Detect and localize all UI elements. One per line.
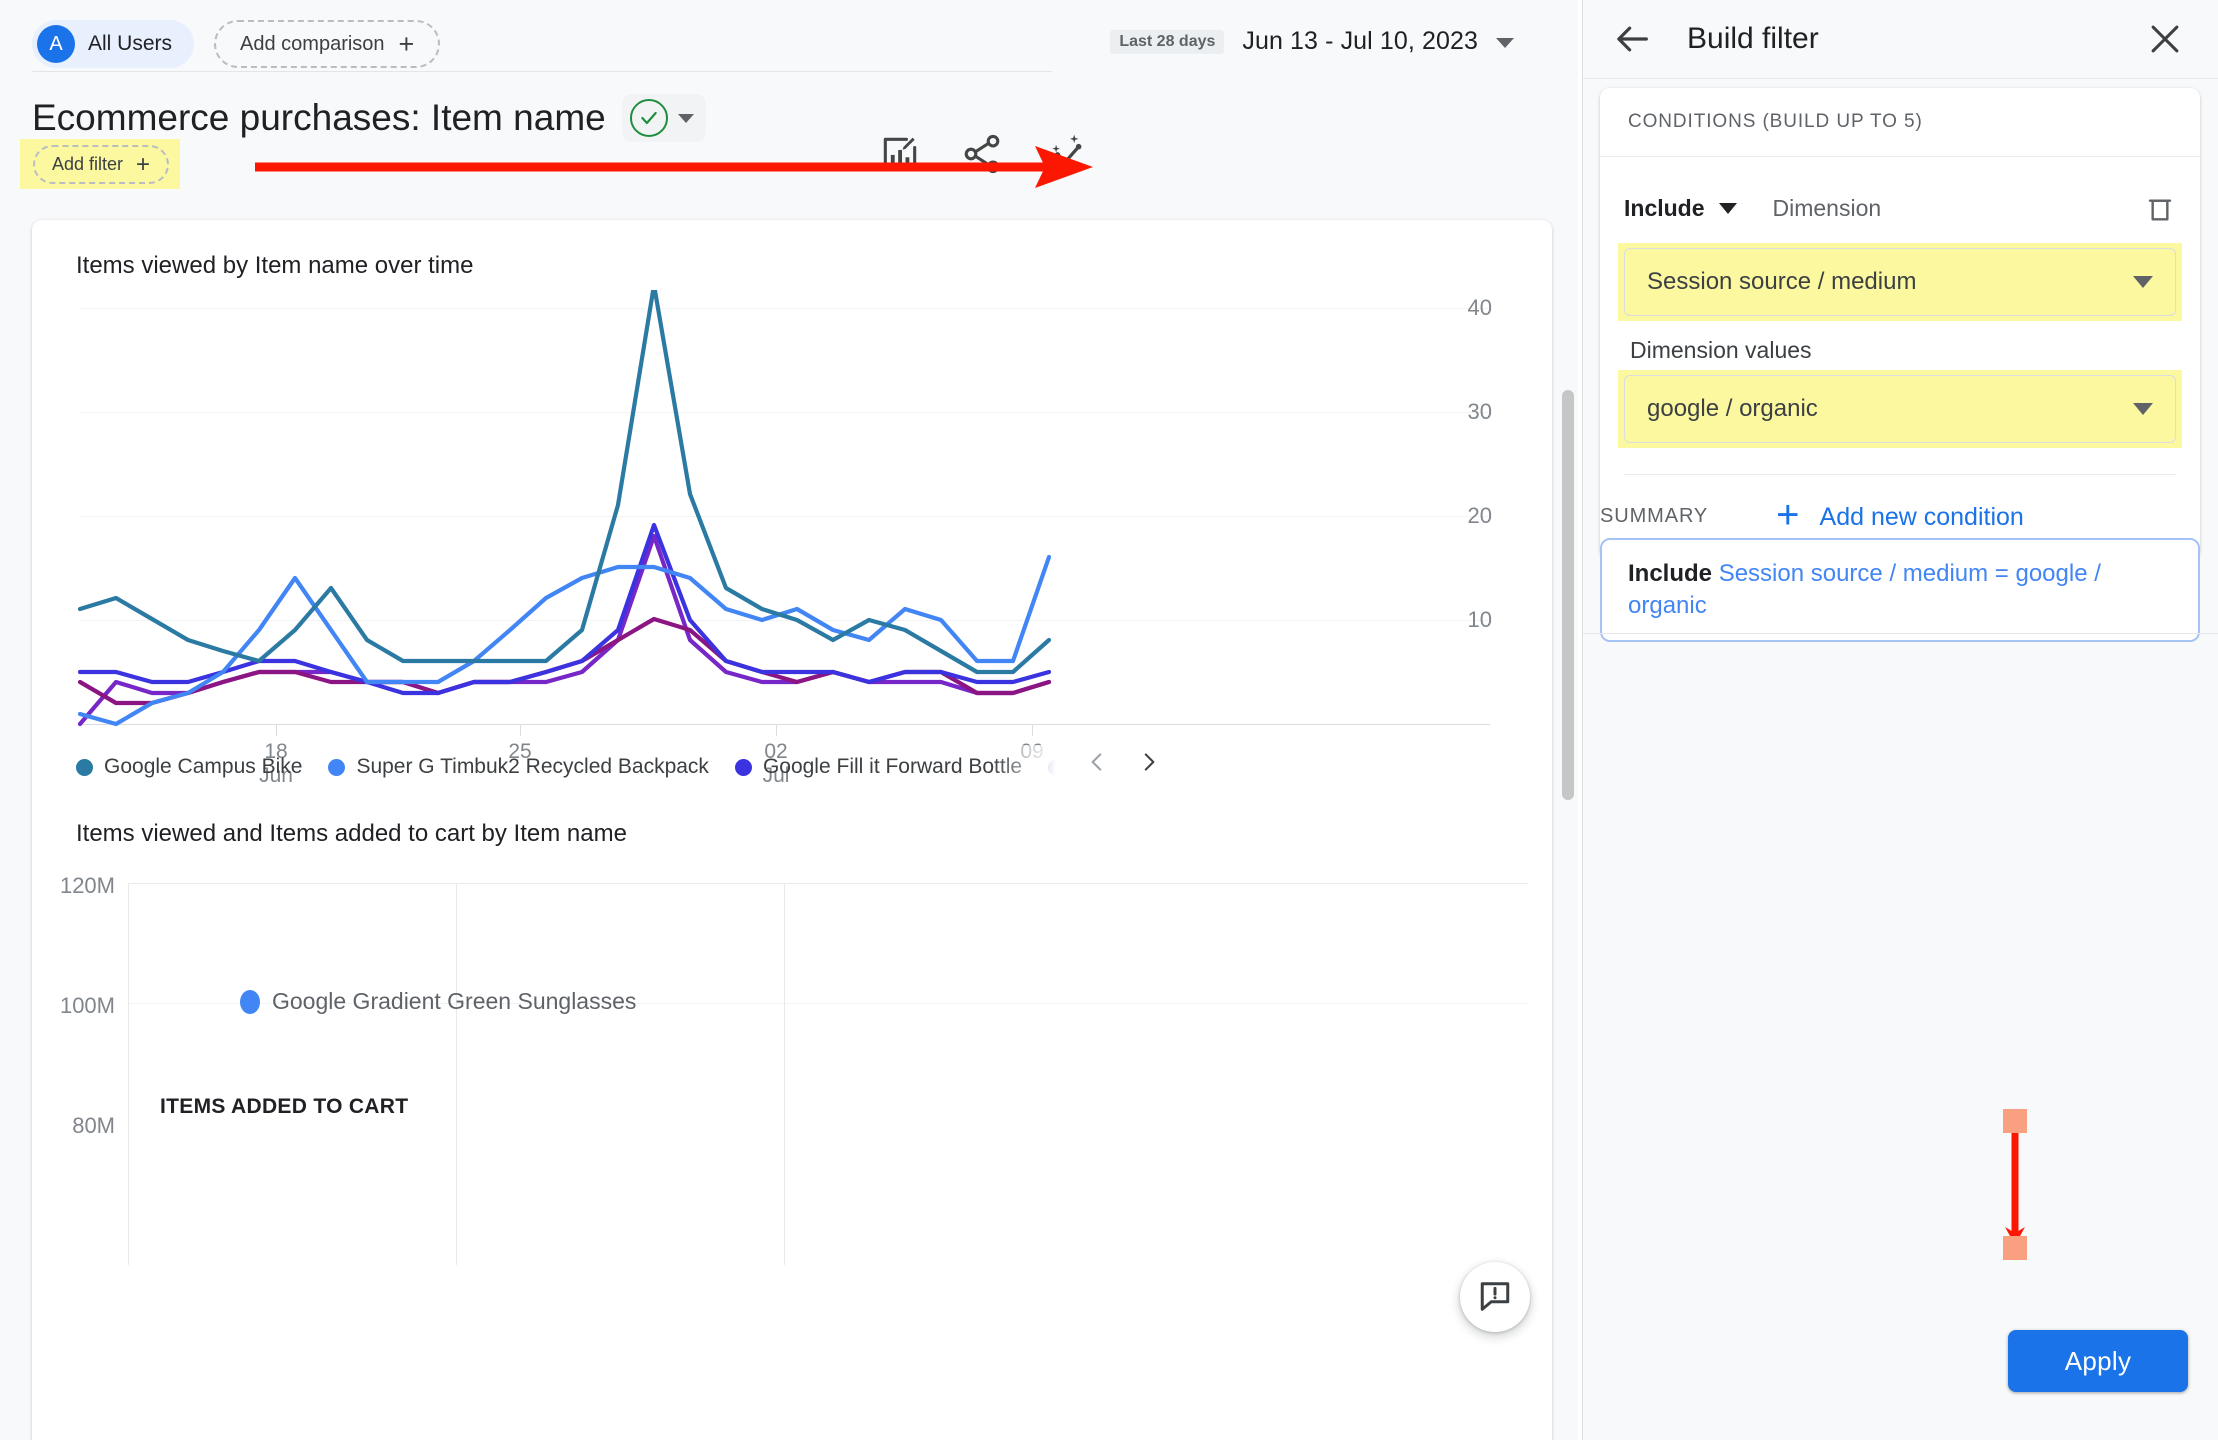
line-series-svg <box>77 290 1052 727</box>
main-scrollbar[interactable] <box>1562 390 1574 800</box>
add-filter-label: Add filter <box>52 154 124 174</box>
y2-tick-120M: 120M <box>59 873 115 898</box>
legend-color-dot <box>328 758 346 776</box>
legend-item[interactable]: Google Campus Bike <box>76 755 302 779</box>
include-label: Include <box>1624 194 1705 221</box>
topbar-divider <box>32 71 1052 72</box>
chevron-down-icon <box>2133 403 2153 415</box>
scatter-point-text: Google Gradient Green Sunglasses <box>272 988 637 1014</box>
chevron-down-icon <box>677 113 694 123</box>
plus-icon: + <box>1776 493 1800 537</box>
main-report-area: A All Users Add comparison + Last 28 day… <box>0 0 1578 1440</box>
dimension-values-value: google / organic <box>1647 395 1818 422</box>
date-preset-badge: Last 28 days <box>1110 29 1225 54</box>
close-icon[interactable] <box>2146 20 2184 58</box>
annotation-handle-bottom[interactable] <box>2003 1236 2027 1260</box>
feedback-button[interactable] <box>1460 1262 1530 1332</box>
dimension-values-label: Dimension values <box>1630 337 1812 363</box>
check-circle-icon <box>629 99 668 137</box>
audience-label: All Users <box>88 32 173 55</box>
legend-label: Google Campus Bike <box>104 755 303 778</box>
chevron-down-icon <box>1718 202 1737 214</box>
legend-item[interactable]: Google Fill it Forward Bottle <box>734 755 1023 779</box>
app-root: A All Users Add comparison + Last 28 day… <box>0 0 2218 1440</box>
include-exclude-select[interactable]: Include <box>1624 195 1737 222</box>
summary-label: SUMMARY <box>1600 505 1709 527</box>
condition-row-1: Include Dimension Session source / mediu… <box>1600 157 2200 475</box>
summary-prefix: Include <box>1628 560 1713 587</box>
add-new-condition-label: Add new condition <box>1819 502 2024 531</box>
items-viewed-scatter-chart[interactable]: 120M 100M 80M Google Gradient Green Sung… <box>32 865 1552 1265</box>
add-comparison-label: Add comparison <box>240 32 385 55</box>
report-topbar: A All Users Add comparison + Last 28 day… <box>0 0 1578 95</box>
panel-header: Build filter <box>1583 0 2218 79</box>
summary-box[interactable]: Include Session source / medium = google… <box>1600 538 2200 642</box>
annotation-arrow-horizontal <box>255 145 1095 194</box>
dimension-select-value: Session source / medium <box>1647 268 1917 295</box>
dimension-values-select[interactable]: google / organic <box>1624 375 2176 443</box>
report-status-badge-group[interactable] <box>621 94 706 142</box>
chart2-title: Items viewed and Items added to cart by … <box>76 820 627 847</box>
chart1-title: Items viewed by Item name over time <box>76 252 474 279</box>
chart1-legend: Google Campus Bike Super G Timbuk2 Recyc… <box>76 755 1076 779</box>
legend-item[interactable]: Super G Timbuk2 Recycled Backpack <box>328 755 709 779</box>
scatter-point-label[interactable]: Google Gradient Green Sunglasses <box>240 988 636 1015</box>
dimension-select-highlight: Session source / medium <box>1618 243 2182 321</box>
chart2-axis-caption: ITEMS ADDED TO CART <box>160 1095 409 1118</box>
trash-icon[interactable] <box>2144 192 2176 224</box>
legend-fade-overlay <box>992 745 1077 789</box>
report-title-row: Ecommerce purchases: Item name <box>32 94 706 142</box>
legend-color-dot <box>734 758 752 776</box>
build-filter-panel: Build filter CONDITIONS (BUILD UP TO 5) … <box>1582 0 2218 1440</box>
scatter-point-dot <box>240 989 260 1014</box>
chevron-left-icon[interactable] <box>1084 742 1110 782</box>
dimension-select[interactable]: Session source / medium <box>1624 248 2176 316</box>
plus-icon: + <box>398 28 415 59</box>
items-viewed-line-chart[interactable]: 40 30 20 10 18 Jun 25 02 Jul <box>32 290 1552 787</box>
chevron-down-icon <box>2133 276 2153 288</box>
legend-pagination <box>1084 742 1162 782</box>
legend-label: Google Fill it Forward Bottle <box>762 755 1023 778</box>
plus-icon: + <box>136 150 151 178</box>
add-filter-button[interactable]: Add filter + <box>33 145 170 184</box>
audience-chip-all-users[interactable]: A All Users <box>32 20 195 68</box>
page-title: Ecommerce purchases: Item name <box>32 97 606 138</box>
date-range-text: Jun 13 - Jul 10, 2023 <box>1242 27 1478 55</box>
y2-tick-80M: 80M <box>72 1113 115 1138</box>
dimension-values-highlight: google / organic <box>1618 370 2182 448</box>
feedback-icon <box>1477 1277 1513 1318</box>
conditions-header: CONDITIONS (BUILD UP TO 5) <box>1600 88 2200 157</box>
avatar: A <box>37 25 75 63</box>
conditions-card: CONDITIONS (BUILD UP TO 5) Include Dimen… <box>1600 88 2200 559</box>
y2-tick-100M: 100M <box>59 993 115 1018</box>
chevron-down-icon <box>1496 38 1514 48</box>
apply-button[interactable]: Apply <box>2008 1330 2188 1392</box>
chevron-right-icon[interactable] <box>1136 742 1162 782</box>
date-range-selector[interactable]: Last 28 days Jun 13 - Jul 10, 2023 <box>1110 27 1514 56</box>
panel-title: Build filter <box>1687 22 1819 55</box>
legend-color-dot <box>76 758 93 776</box>
divider <box>1624 474 2176 475</box>
annotation-handle-top[interactable] <box>2003 1109 2027 1133</box>
back-arrow-icon[interactable] <box>1613 19 1653 59</box>
report-card: Items viewed by Item name over time 40 3… <box>32 220 1552 1440</box>
dimension-type-label: Dimension <box>1772 194 1882 221</box>
panel-divider <box>1583 633 2218 634</box>
legend-label: Super G Timbuk2 Recycled Backpack <box>356 755 709 778</box>
apply-label: Apply <box>2064 1345 2132 1376</box>
add-comparison-button[interactable]: Add comparison + <box>214 20 441 68</box>
